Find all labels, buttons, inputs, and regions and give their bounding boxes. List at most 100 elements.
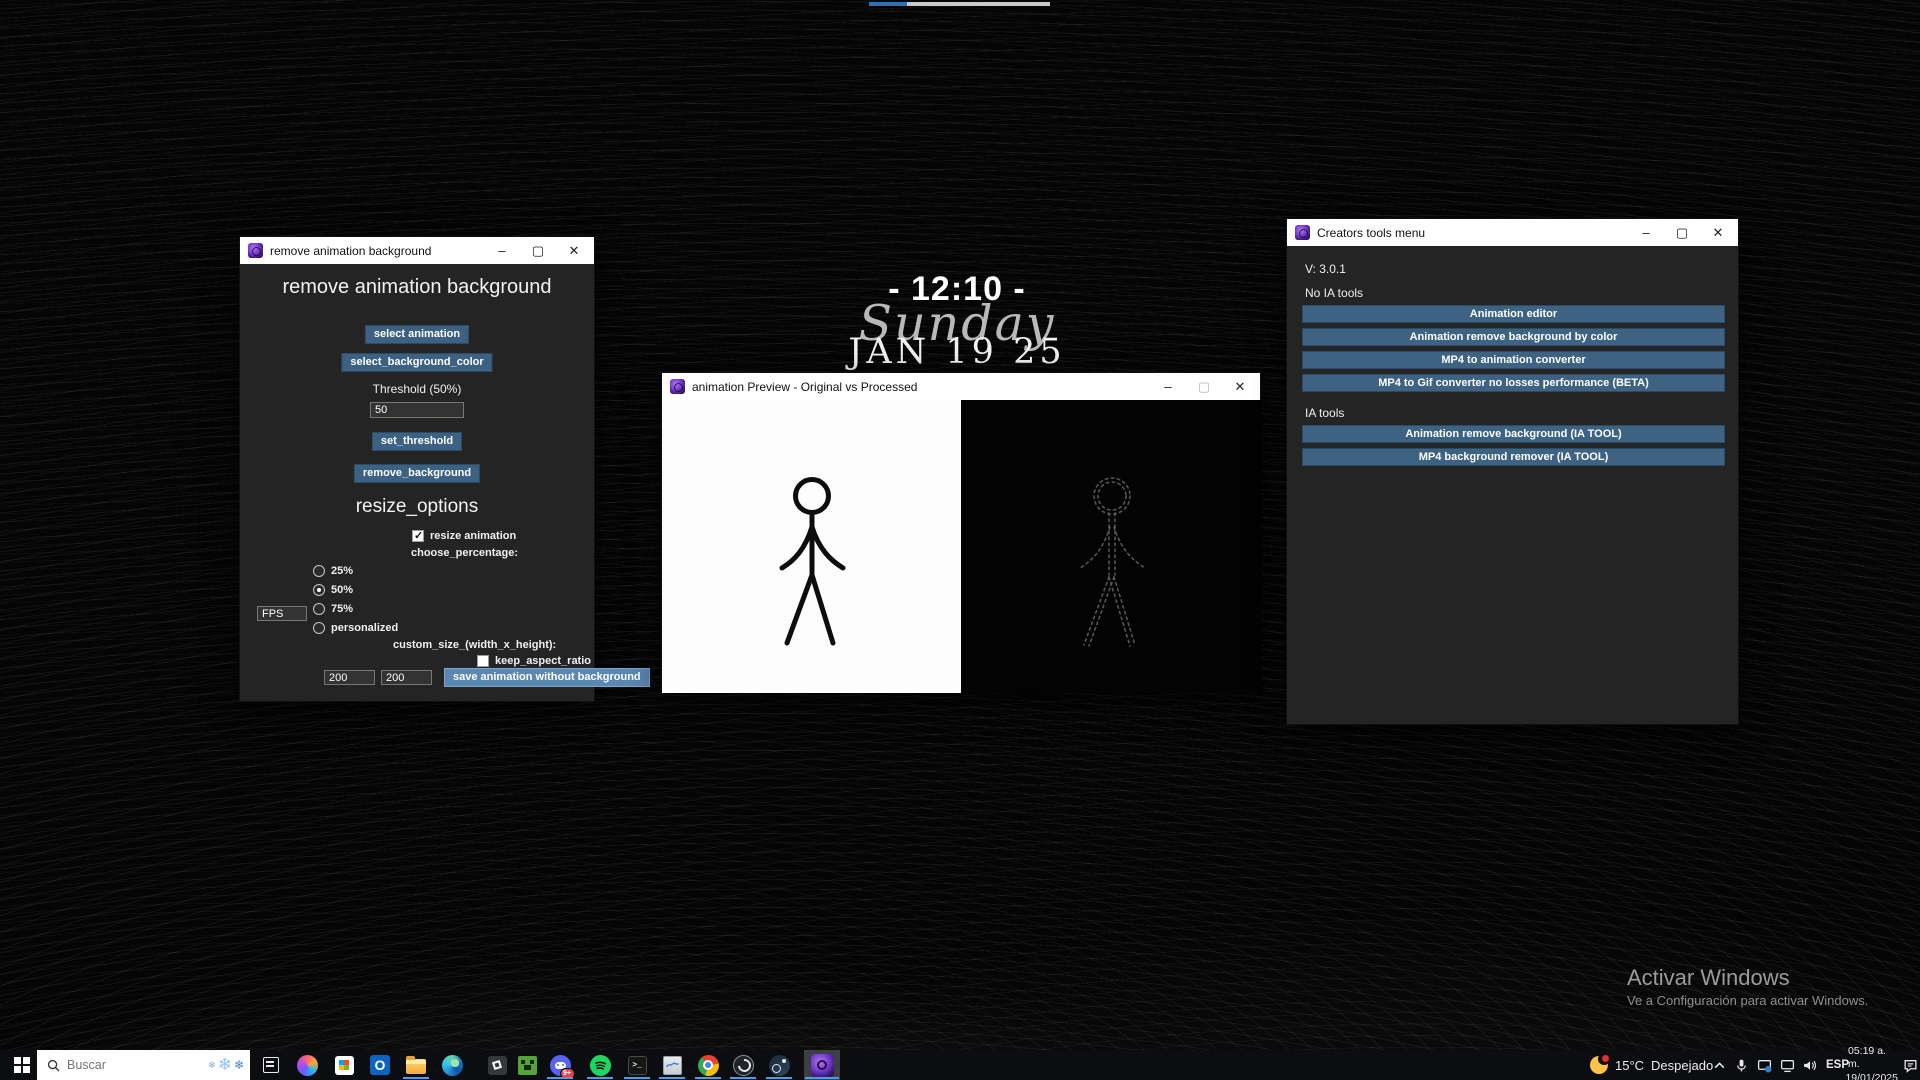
photos-app-button[interactable] [660, 1053, 684, 1077]
radio-75[interactable]: 75% [313, 603, 353, 615]
roblox-icon [488, 1056, 507, 1075]
resize-animation-label: resize animation [430, 530, 516, 542]
purple-app-icon [248, 243, 263, 258]
minimize-icon[interactable]: – [1160, 373, 1176, 400]
width-input[interactable] [324, 670, 375, 685]
radio-icon[interactable] [313, 622, 325, 634]
tray-expand-button[interactable] [1712, 1050, 1727, 1080]
taskbar-search[interactable]: ❄ ❄ ❄ [37, 1050, 250, 1080]
height-input[interactable] [381, 670, 432, 685]
page-title: remove animation background [282, 276, 551, 299]
close-icon[interactable]: ✕ [566, 237, 582, 264]
weather-condition: Despejado [1651, 1058, 1713, 1073]
checkbox-checked-icon[interactable] [412, 530, 424, 542]
copilot-icon [297, 1055, 318, 1076]
purple-app-icon [1295, 225, 1310, 240]
fps-input[interactable] [257, 606, 307, 621]
radio-50[interactable]: 50% [313, 584, 353, 596]
version-label: V: 3.0.1 [1305, 262, 1346, 276]
choose-percentage-label: choose_percentage: [411, 547, 518, 559]
clock-time: - 12:10 - [807, 270, 1107, 309]
select-background-color-button[interactable]: select_background_color [341, 353, 492, 372]
obs-icon [733, 1055, 754, 1076]
outlook-button[interactable]: O [368, 1053, 392, 1077]
network-tray-button[interactable] [1780, 1050, 1795, 1080]
set-threshold-button[interactable]: set_threshold [372, 432, 462, 451]
remove-background-window: remove animation background – ▢ ✕ remove… [239, 236, 595, 702]
chevron-up-icon [1712, 1058, 1727, 1073]
microsoft-store-icon [335, 1056, 354, 1075]
preview-titlebar[interactable]: animation Preview - Original vs Processe… [662, 373, 1260, 400]
select-animation-button[interactable]: select animation [365, 325, 469, 344]
ethernet-network-icon [1780, 1058, 1795, 1073]
threshold-input[interactable] [370, 402, 464, 418]
threshold-label: Threshold (50%) [373, 382, 462, 396]
tray-clock[interactable]: 05:19 a. m. 19/01/2025 [1848, 1050, 1898, 1080]
terminal-button[interactable]: >_ [625, 1053, 649, 1077]
minimize-icon[interactable]: – [1638, 219, 1654, 246]
minecraft-icon [518, 1056, 537, 1075]
mp4-bg-remover-ia-button[interactable]: MP4 background remover (IA TOOL) [1302, 448, 1725, 466]
radio-icon[interactable] [313, 565, 325, 577]
taskbar: ❄ ❄ ❄ O 9+ >_ [0, 1050, 1920, 1080]
weather-widget[interactable]: 15°C Despejado [1590, 1050, 1713, 1080]
animation-preview-window: animation Preview - Original vs Processe… [661, 372, 1261, 692]
microphone-tray-button[interactable] [1734, 1050, 1749, 1080]
clock-widget: - 12:10 - Sunday JAN 19 25 [807, 270, 1107, 372]
radio-selected-icon[interactable] [313, 584, 325, 596]
running-indicator [587, 1077, 613, 1079]
maximize-icon[interactable]: ▢ [530, 237, 546, 264]
steam-button[interactable] [767, 1053, 791, 1077]
spotify-button[interactable] [588, 1053, 612, 1077]
remove-background-titlebar[interactable]: remove animation background – ▢ ✕ [240, 237, 594, 264]
cast-screen-icon [1757, 1058, 1772, 1073]
notification-center-button[interactable] [1903, 1050, 1918, 1080]
obs-button[interactable] [731, 1053, 755, 1077]
edge-button[interactable] [440, 1053, 464, 1077]
radio-personalized[interactable]: personalized [313, 622, 398, 634]
mp4-to-animation-button[interactable]: MP4 to animation converter [1302, 351, 1725, 369]
mp4-to-gif-button[interactable]: MP4 to Gif converter no losses performan… [1302, 374, 1725, 392]
cast-tray-button[interactable] [1757, 1050, 1772, 1080]
photos-app-icon [663, 1056, 682, 1075]
purple-app-icon [670, 379, 685, 394]
maximize-icon[interactable]: ▢ [1196, 373, 1212, 400]
search-icon [47, 1059, 60, 1072]
close-icon[interactable]: ✕ [1710, 219, 1726, 246]
outlook-icon: O [370, 1055, 390, 1075]
keep-aspect-ratio-checkbox[interactable]: keep_aspect_ratio [477, 655, 591, 667]
animation-editor-button[interactable]: Animation editor [1302, 305, 1725, 323]
discord-button[interactable]: 9+ [548, 1053, 572, 1077]
close-icon[interactable]: ✕ [1232, 373, 1248, 400]
running-indicator [547, 1077, 573, 1079]
tools-titlebar[interactable]: Creators tools menu – ▢ ✕ [1287, 219, 1738, 246]
no-ia-tools-section-label: No IA tools [1305, 286, 1363, 300]
microsoft-store-button[interactable] [332, 1053, 356, 1077]
task-view-icon [263, 1057, 279, 1073]
minecraft-button[interactable] [515, 1053, 539, 1077]
volume-tray-button[interactable] [1802, 1050, 1817, 1080]
task-view-button[interactable] [259, 1053, 283, 1077]
save-animation-button[interactable]: save animation without background [444, 668, 650, 687]
animation-remove-bg-ia-button[interactable]: Animation remove background (IA TOOL) [1302, 425, 1725, 443]
start-button[interactable] [8, 1050, 36, 1080]
radio-25[interactable]: 25% [313, 565, 353, 577]
running-indicator [730, 1077, 756, 1079]
resize-animation-checkbox[interactable]: resize animation [412, 530, 516, 542]
weather-temp: 15°C [1615, 1058, 1644, 1073]
animation-remove-bg-by-color-button[interactable]: Animation remove background by color [1302, 328, 1725, 346]
window-title: animation Preview - Original vs Processe… [692, 380, 917, 394]
watermark-subtitle: Ve a Configuración para activar Windows. [1627, 993, 1868, 1008]
roblox-button[interactable] [485, 1053, 509, 1077]
copilot-button[interactable] [295, 1053, 319, 1077]
progress-filled [869, 2, 907, 6]
search-input[interactable] [67, 1058, 201, 1072]
maximize-icon[interactable]: ▢ [1674, 219, 1690, 246]
radio-icon[interactable] [313, 603, 325, 615]
remove-background-button[interactable]: remove_background [354, 464, 480, 483]
creator-tools-app-button[interactable] [810, 1053, 834, 1077]
file-explorer-button[interactable] [404, 1053, 428, 1077]
chrome-button[interactable] [696, 1053, 720, 1077]
checkbox-unchecked-icon[interactable] [477, 655, 489, 667]
minimize-icon[interactable]: – [494, 237, 510, 264]
